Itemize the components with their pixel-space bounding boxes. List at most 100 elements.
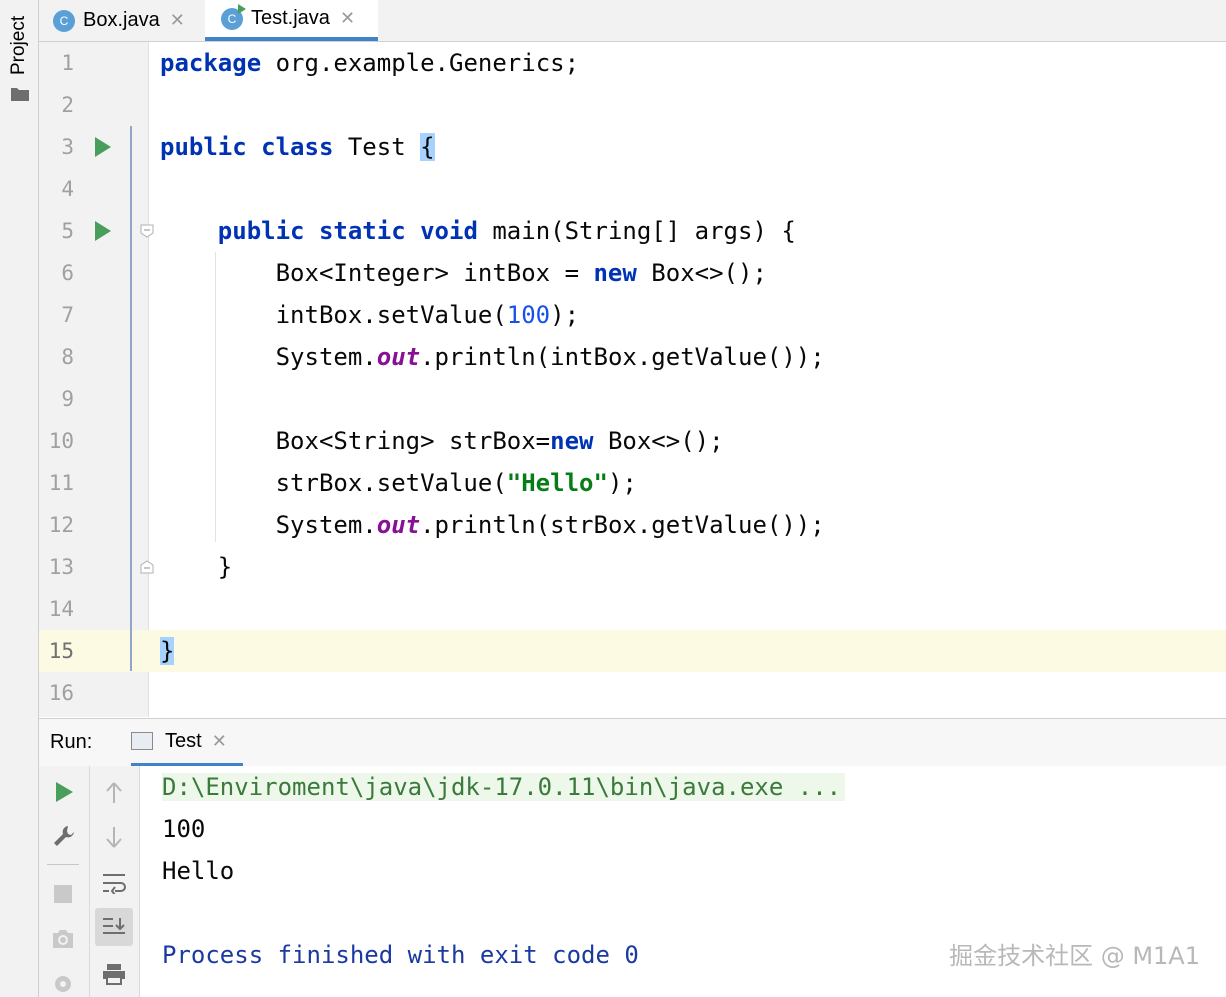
code-line: Box<Integer> intBox = new Box<>();	[160, 252, 767, 294]
line-number: 16	[48, 681, 74, 705]
tab-test-java[interactable]: C Test.java ✕	[205, 0, 378, 41]
code-line: }	[160, 630, 175, 672]
console-command: D:\Enviroment\java\jdk-17.0.11\bin\java.…	[162, 773, 846, 801]
editor-tabs: C Box.java ✕ C Test.java ✕	[39, 0, 1226, 42]
arrow-up-icon[interactable]	[104, 782, 124, 804]
code-token: .println(strBox.getValue());	[420, 511, 825, 539]
code-line: System.out.println(strBox.getValue());	[160, 504, 825, 546]
code-token: );	[550, 301, 580, 329]
project-tool-button[interactable]: Project	[8, 16, 30, 75]
line-number: 9	[61, 387, 74, 411]
scroll-to-end-icon[interactable]	[101, 916, 127, 938]
line-number: 4	[61, 177, 74, 201]
run-toolbar-right	[90, 766, 140, 997]
line-number: 7	[61, 303, 74, 327]
soft-wrap-icon[interactable]	[101, 872, 127, 894]
class-icon: C	[53, 9, 75, 32]
class-icon-letter: C	[227, 11, 237, 26]
line-number: 3	[61, 135, 74, 159]
close-icon[interactable]: ✕	[212, 731, 227, 752]
console-output-line: Hello	[162, 857, 235, 885]
code-token: org.example.Generics;	[261, 49, 580, 77]
line-number: 1	[61, 51, 74, 75]
code-token: new	[593, 259, 637, 287]
code-line: intBox.setValue(100);	[160, 294, 579, 336]
arrow-down-icon[interactable]	[104, 826, 124, 848]
code-token: intBox.setValue(	[160, 301, 507, 329]
code-token: }	[160, 553, 233, 581]
code-line: public class Test {	[160, 126, 435, 168]
toolbar-divider	[47, 864, 79, 865]
code-token: public	[217, 217, 305, 245]
code-line: public static void main(String[] args) {	[160, 210, 796, 252]
code-token: strBox.setValue(	[160, 469, 507, 497]
run-badge-icon	[238, 3, 246, 14]
current-line-highlight	[39, 630, 1226, 672]
run-tab-test[interactable]: Test ✕	[131, 719, 243, 766]
fold-icon[interactable]	[140, 224, 154, 238]
code-token: "Hello"	[506, 469, 608, 497]
run-main-icon[interactable]	[95, 221, 111, 241]
code-token: out	[376, 511, 421, 539]
line-number: 10	[48, 429, 74, 453]
code-line: }	[160, 546, 232, 588]
run-toolbar-left	[39, 766, 90, 997]
code-token: Test	[333, 133, 421, 161]
run-tab-label: Test	[165, 729, 202, 752]
line-number: 12	[48, 513, 74, 537]
line-number: 13	[48, 555, 74, 579]
change-marker	[130, 126, 132, 671]
line-number: 5	[61, 219, 74, 243]
code-token: 100	[506, 301, 551, 329]
code-token: void	[420, 217, 478, 245]
run-panel-header: Run: Test ✕	[39, 718, 1226, 767]
line-number: 15	[48, 639, 74, 663]
camera-icon[interactable]	[51, 928, 75, 950]
settings-icon[interactable]	[51, 972, 75, 996]
code-line: package org.example.Generics;	[160, 42, 579, 84]
code-token: new	[550, 427, 594, 455]
tab-label: Test.java	[251, 7, 330, 29]
code-token: Box<>();	[593, 427, 724, 455]
folder-icon[interactable]	[10, 86, 30, 102]
code-token: out	[376, 343, 421, 371]
code-token: Box<String> strBox=	[160, 427, 551, 455]
code-token: public	[160, 133, 247, 161]
code-line: System.out.println(intBox.getValue());	[160, 336, 825, 378]
code-line: strBox.setValue("Hello");	[160, 462, 637, 504]
close-icon[interactable]: ✕	[340, 8, 355, 29]
fold-end-icon[interactable]	[140, 560, 154, 574]
code-line: Box<String> strBox=new Box<>();	[160, 420, 724, 462]
rerun-icon[interactable]	[55, 782, 73, 802]
code-token: }	[160, 637, 175, 665]
line-number: 2	[61, 93, 74, 117]
line-number: 14	[48, 597, 74, 621]
console-output-line: 100	[162, 815, 206, 843]
code-token: {	[420, 133, 435, 161]
code-token: System.	[160, 511, 377, 539]
code-token: System.	[160, 343, 377, 371]
wrench-icon[interactable]	[52, 824, 76, 848]
line-number: 11	[48, 471, 74, 495]
code-token: Box<Integer> intBox =	[160, 259, 594, 287]
print-icon[interactable]	[101, 962, 127, 986]
line-number: 6	[61, 261, 74, 285]
stop-icon[interactable]	[53, 884, 73, 904]
code-token: );	[607, 469, 637, 497]
code-token: static	[318, 217, 406, 245]
code-token: class	[261, 133, 334, 161]
tab-label: Box.java	[83, 9, 160, 31]
console-icon	[131, 732, 153, 750]
code-token: package	[160, 49, 262, 77]
code-token: Box<>();	[636, 259, 767, 287]
run-class-icon[interactable]	[95, 137, 111, 157]
tab-box-java[interactable]: C Box.java ✕	[53, 0, 203, 41]
watermark: 掘金技术社区 @ M1A1	[949, 942, 1200, 970]
close-icon[interactable]: ✕	[170, 10, 185, 31]
project-tool-strip: Project	[0, 0, 39, 997]
class-run-icon: C	[221, 3, 246, 30]
